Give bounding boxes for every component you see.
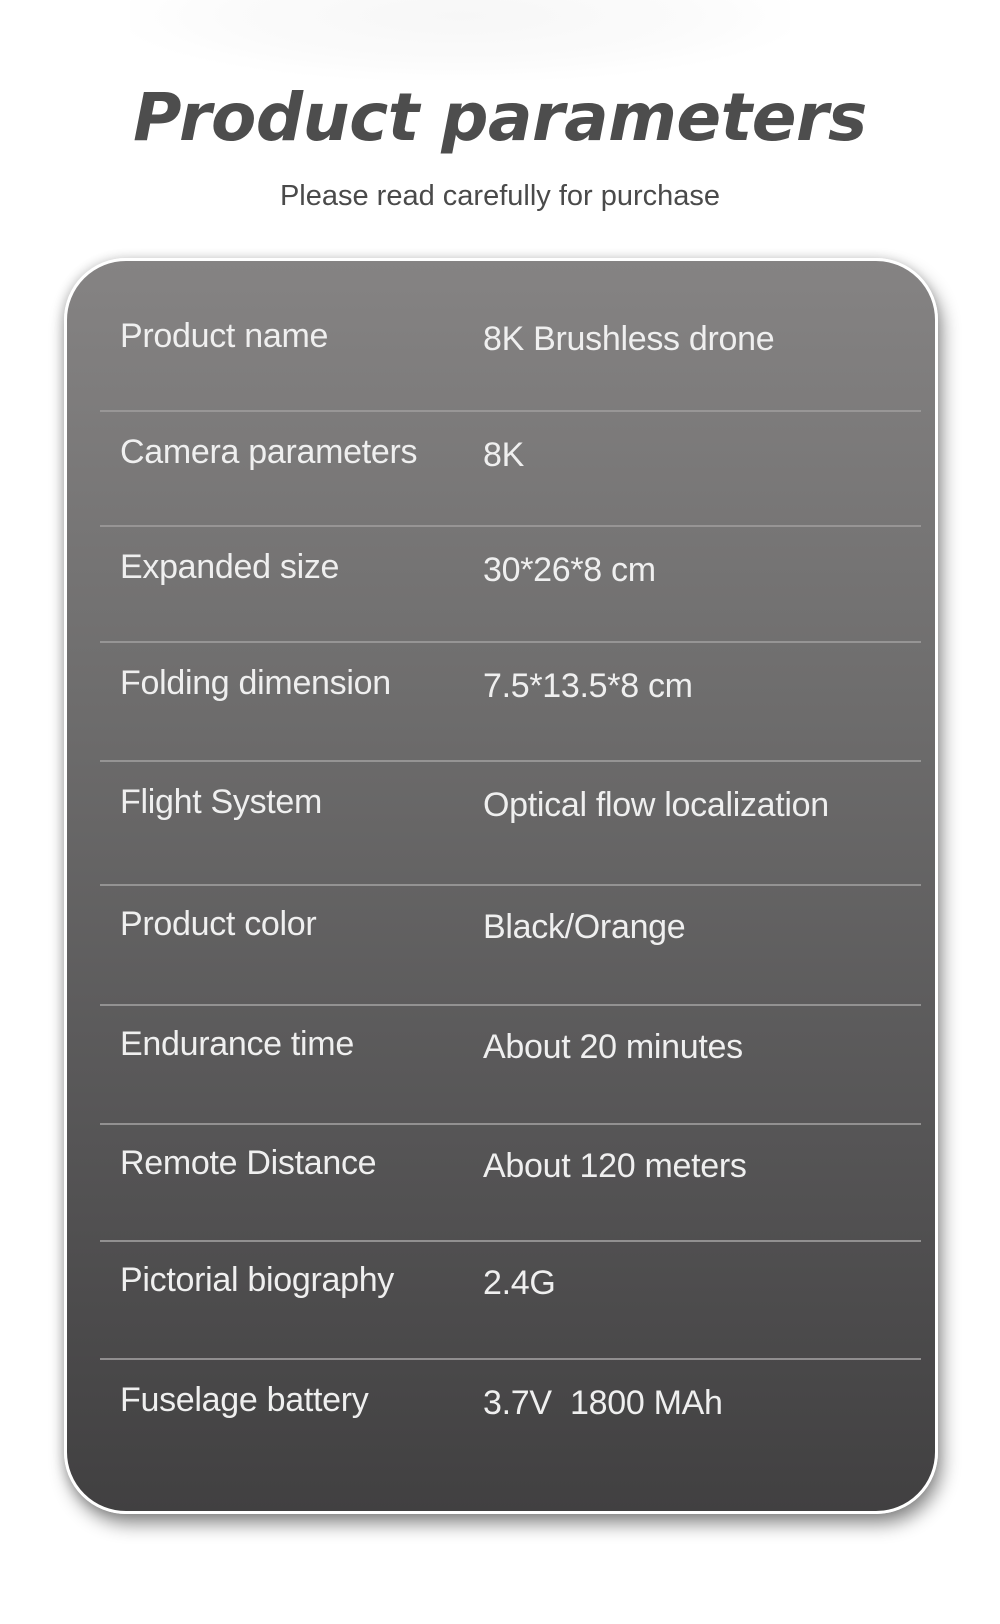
spec-row-expanded-size: Expanded size 30*26*8 cm: [67, 527, 935, 642]
spec-value: About 20 minutes: [483, 1028, 743, 1066]
spec-row-product-name: Product name 8K Brushless drone: [67, 261, 935, 411]
spec-label: Endurance time: [120, 1025, 354, 1063]
spec-label: Pictorial biography: [120, 1261, 395, 1299]
spec-row-pictorial-biography: Pictorial biography 2.4G: [67, 1242, 935, 1358]
spec-value: Black/Orange: [483, 908, 686, 946]
spec-label: Flight System: [120, 783, 323, 821]
spec-value: 8K Brushless drone: [483, 320, 775, 358]
spec-label: Product color: [120, 905, 317, 943]
page-title: Product parameters: [133, 79, 867, 156]
spec-value: Optical flow localization: [483, 786, 829, 824]
spec-row-endurance-time: Endurance time About 20 minutes: [67, 1006, 935, 1123]
spec-value: 30*26*8 cm: [483, 551, 656, 589]
spec-value: 3.7V 1800 MAh: [483, 1384, 723, 1422]
spec-card: Product name 8K Brushless drone Camera p…: [64, 258, 938, 1514]
spec-row-remote-distance: Remote Distance About 120 meters: [67, 1125, 935, 1240]
spec-label: Camera parameters: [120, 433, 418, 471]
spec-label: Fuselage battery: [120, 1381, 369, 1419]
spec-row-product-color: Product color Black/Orange: [67, 886, 935, 1004]
spec-value: 8K: [483, 436, 524, 474]
spec-value: 7.5*13.5*8 cm: [483, 667, 693, 705]
spec-value: About 120 meters: [483, 1147, 747, 1185]
spec-row-camera-parameters: Camera parameters 8K: [67, 412, 935, 526]
spec-row-folding-dimension: Folding dimension 7.5*13.5*8 cm: [67, 643, 935, 760]
spec-label: Remote Distance: [120, 1144, 377, 1182]
spec-row-flight-system: Flight System Optical flow localization: [67, 762, 935, 884]
spec-row-fuselage-battery: Fuselage battery 3.7V 1800 MAh: [67, 1360, 935, 1510]
page-subtitle: Please read carefully for purchase: [279, 180, 721, 212]
top-glow-decoration: [130, 0, 790, 80]
spec-label: Expanded size: [120, 548, 340, 586]
spec-label: Product name: [120, 317, 329, 355]
spec-label: Folding dimension: [120, 664, 391, 702]
spec-value: 2.4G: [483, 1264, 556, 1302]
